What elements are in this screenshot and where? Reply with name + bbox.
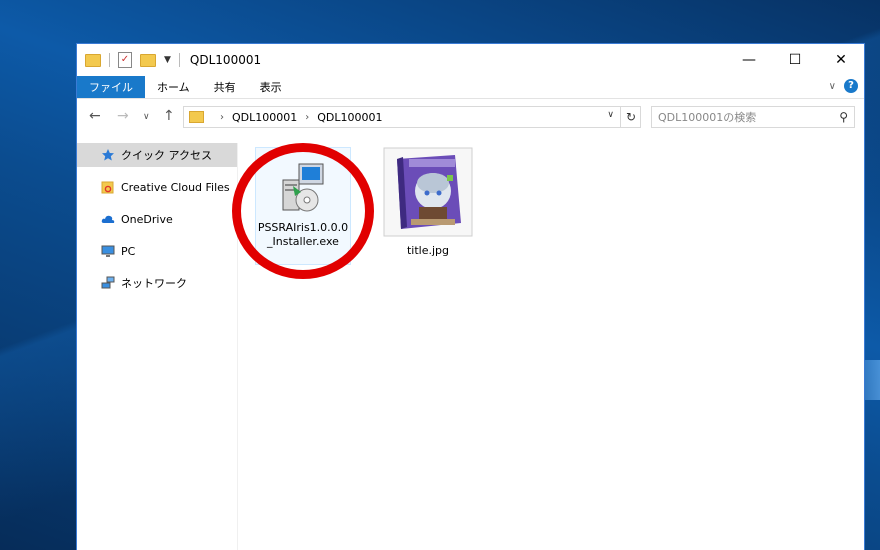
toolbar-separator bbox=[178, 53, 180, 67]
address-bar[interactable]: › QDL100001 › QDL100001 ∨ bbox=[183, 106, 641, 128]
address-folder-icon bbox=[189, 111, 204, 123]
ribbon-tabs: ファイル ホーム 共有 表示 ∨ ? bbox=[77, 76, 864, 99]
navigation-pane: クイック アクセス Creative Cloud Files OneDrive … bbox=[77, 143, 238, 550]
nav-item-label: OneDrive bbox=[121, 212, 173, 226]
search-input[interactable]: QDL100001の検索 ⚲ bbox=[651, 106, 855, 128]
breadcrumb-item[interactable]: QDL100001 bbox=[232, 111, 297, 124]
nav-item-label: PC bbox=[121, 244, 136, 258]
file-explorer-window: ✓ ▼ QDL100001 — ☐ ✕ ファイル ホーム 共有 表示 ∨ ? ←… bbox=[76, 43, 865, 550]
navigation-row: ← → ∨ ↑ › QDL100001 › QDL100001 ∨ ↻ QDL1… bbox=[77, 106, 864, 130]
file-list: PSSRAIris1.0.0.0_Installer.exe title.jpg bbox=[237, 143, 864, 550]
window-title: QDL100001 bbox=[189, 53, 262, 67]
tab-share[interactable]: 共有 bbox=[202, 76, 248, 98]
creative-cloud-folder-icon bbox=[101, 181, 114, 194]
title-bar: ✓ ▼ QDL100001 — ☐ ✕ bbox=[77, 44, 864, 76]
monitor-icon bbox=[101, 245, 115, 257]
help-icon[interactable]: ? bbox=[844, 79, 858, 93]
nav-item-label: Creative Cloud Files bbox=[121, 180, 230, 194]
tab-file[interactable]: ファイル bbox=[77, 76, 145, 98]
tab-home[interactable]: ホーム bbox=[145, 76, 202, 98]
nav-item-network[interactable]: ネットワーク bbox=[77, 271, 237, 295]
image-thumbnail-icon bbox=[383, 147, 473, 237]
window-controls: — ☐ ✕ bbox=[726, 44, 864, 76]
forward-arrow-icon[interactable]: → bbox=[117, 108, 129, 124]
file-item-title-jpg[interactable]: title.jpg bbox=[380, 147, 476, 265]
nav-item-creative-cloud-files[interactable]: Creative Cloud Files bbox=[77, 175, 237, 199]
minimize-button[interactable]: — bbox=[726, 44, 772, 76]
recent-locations-chevron-down-icon[interactable]: ∨ bbox=[143, 112, 150, 122]
up-arrow-icon[interactable]: ↑ bbox=[163, 108, 175, 124]
cloud-icon bbox=[101, 215, 115, 223]
refresh-button[interactable]: ↻ bbox=[620, 106, 641, 128]
search-placeholder: QDL100001の検索 bbox=[658, 111, 757, 124]
toolbar-separator bbox=[109, 53, 110, 67]
tab-view[interactable]: 表示 bbox=[248, 76, 294, 98]
close-button[interactable]: ✕ bbox=[818, 44, 864, 76]
file-name: PSSRAIris1.0.0.0_Installer.exe bbox=[257, 221, 349, 248]
network-icon bbox=[101, 276, 115, 289]
back-arrow-icon[interactable]: ← bbox=[89, 108, 101, 124]
file-name: title.jpg bbox=[406, 244, 450, 257]
nav-item-label: クイック アクセス bbox=[121, 149, 212, 162]
search-icon[interactable]: ⚲ bbox=[839, 110, 848, 124]
breadcrumb-chevron-icon[interactable]: › bbox=[305, 112, 309, 123]
star-icon bbox=[102, 149, 114, 161]
maximize-button[interactable]: ☐ bbox=[772, 44, 818, 76]
breadcrumb-chevron-icon[interactable]: › bbox=[220, 112, 224, 123]
nav-item-onedrive[interactable]: OneDrive bbox=[77, 207, 237, 231]
new-folder-icon[interactable] bbox=[140, 53, 156, 67]
installer-icon bbox=[282, 163, 324, 212]
properties-icon[interactable]: ✓ bbox=[118, 52, 132, 68]
expand-ribbon-chevron-down-icon[interactable]: ∨ bbox=[829, 81, 836, 92]
breadcrumb-item[interactable]: QDL100001 bbox=[317, 111, 382, 124]
folder-icon bbox=[85, 53, 101, 67]
nav-item-label: ネットワーク bbox=[121, 277, 187, 290]
customize-toolbar-chevron-down-icon[interactable]: ▼ bbox=[164, 55, 171, 65]
nav-item-pc[interactable]: PC bbox=[77, 239, 237, 263]
quick-access-toolbar: ✓ ▼ bbox=[85, 52, 188, 68]
file-item-installer[interactable]: PSSRAIris1.0.0.0_Installer.exe bbox=[255, 147, 351, 265]
address-history-chevron-down-icon[interactable]: ∨ bbox=[607, 110, 614, 120]
nav-item-quick-access[interactable]: クイック アクセス bbox=[77, 143, 237, 167]
ribbon-right-controls: ∨ ? bbox=[829, 79, 858, 93]
